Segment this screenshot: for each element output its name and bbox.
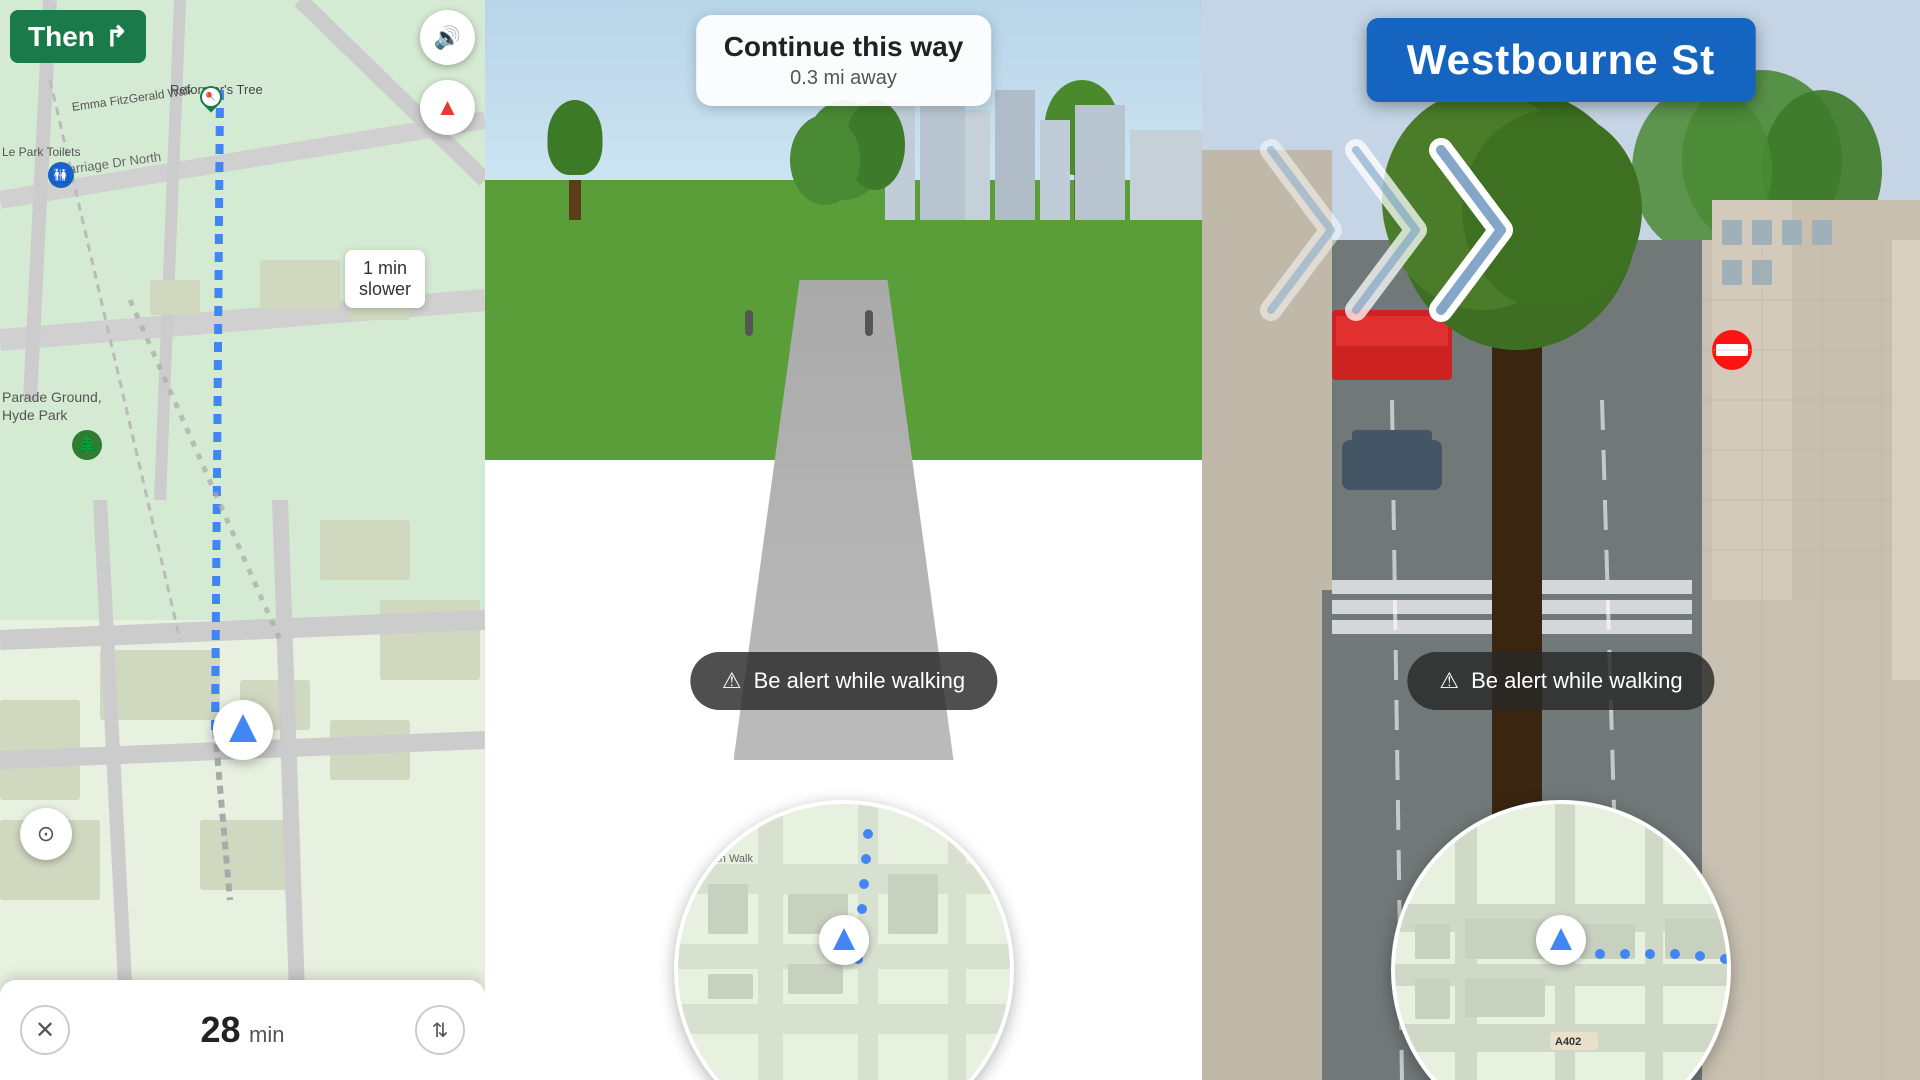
mini-map-user-arrow-middle [819, 915, 869, 965]
slower-line2: slower [359, 279, 411, 299]
compass-icon: ▲ [436, 94, 460, 122]
close-navigation-button[interactable]: ✕ [20, 1005, 70, 1055]
continue-sub: 0.3 mi away [724, 67, 964, 90]
park-toilets-label: Le Park Toilets [2, 145, 81, 159]
close-icon: ✕ [35, 1016, 55, 1045]
then-arrow-icon: ↱ [105, 20, 128, 53]
alert-triangle-icon-right: ⚠ [1439, 668, 1459, 694]
travel-time: 28 min [201, 1009, 285, 1051]
continue-banner: Continue this way 0.3 mi away [696, 15, 992, 106]
toilets-poi: 🚻 [48, 162, 74, 188]
sound-button[interactable]: 🔊 [420, 10, 475, 65]
compass-button[interactable]: ▲ [420, 80, 475, 135]
street-sign: Westbourne St [1367, 18, 1756, 102]
park-tree-icon: 🌲 [72, 430, 102, 460]
route-icon: ⇅ [432, 1018, 449, 1043]
location-target-icon: ⊙ [37, 821, 55, 847]
alert-warning-right: ⚠ Be alert while walking [1407, 652, 1714, 710]
svg-text:A402: A402 [1555, 1036, 1581, 1048]
alert-text-middle: Be alert while walking [754, 668, 966, 694]
mini-map-user-arrow-right [1536, 915, 1586, 965]
svg-text:ckworth Walk: ckworth Walk [688, 853, 753, 865]
ar-street-panel: Westbourne St ⚠ Be alert while walking [1202, 0, 1920, 1080]
time-value: 28 [201, 1009, 241, 1050]
route-options-button[interactable]: ⇅ [415, 1005, 465, 1055]
map-panel: Carriage Dr North Reformer's Tree Emma F… [0, 0, 485, 1080]
sound-icon: 🔊 [434, 25, 461, 51]
person1 [745, 310, 753, 336]
location-pin: 📍 [200, 86, 222, 108]
alert-text-right: Be alert while walking [1471, 668, 1683, 694]
location-target-button[interactable]: ⊙ [20, 808, 72, 860]
slower-tooltip: 1 min slower [345, 250, 425, 308]
mini-arrow-shape-right [1550, 928, 1572, 950]
ar-park-panel: Continue this way 0.3 mi away ⚠ Be alert… [485, 0, 1202, 1080]
then-label: Then [28, 21, 95, 53]
ar-chevrons [1251, 130, 1571, 330]
person2 [865, 310, 873, 336]
user-location-arrow [213, 700, 273, 760]
alert-triangle-icon: ⚠ [722, 668, 742, 694]
continue-title: Continue this way [724, 31, 964, 63]
parade-ground-label: Parade Ground,Hyde Park [2, 388, 102, 424]
alert-warning-middle: ⚠ Be alert while walking [690, 652, 997, 710]
nav-arrow-shape [229, 714, 257, 742]
navigation-bottom-bar: ✕ 28 min ⇅ [0, 980, 485, 1080]
mini-arrow-shape [833, 928, 855, 950]
time-unit: min [249, 1022, 284, 1047]
slower-line1: 1 min [363, 258, 407, 278]
then-button[interactable]: Then ↱ [10, 10, 146, 63]
